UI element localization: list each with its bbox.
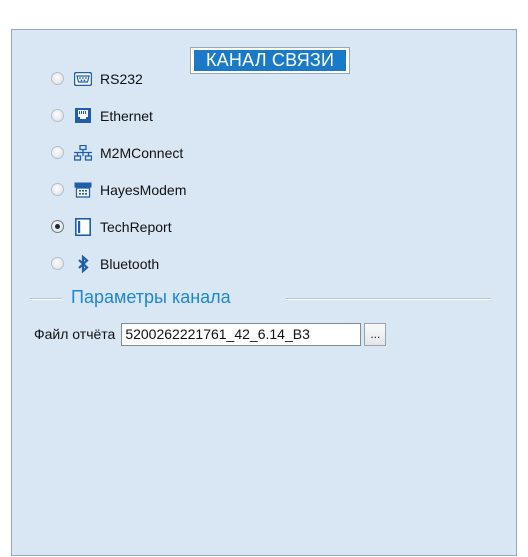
channel-radio-techreport[interactable]	[51, 220, 64, 233]
m2m-network-icon	[74, 144, 92, 162]
channel-option-bluetooth[interactable]: Bluetooth	[51, 245, 186, 282]
params-group-rule-right	[286, 298, 491, 300]
channel-label-bluetooth: Bluetooth	[100, 255, 160, 272]
channel-radio-ethernet[interactable]	[51, 109, 64, 122]
report-file-row: Файл отчёта ...	[34, 322, 387, 346]
ethernet-port-icon	[74, 107, 92, 125]
browse-button[interactable]: ...	[364, 322, 387, 346]
channel-radio-group: RS232 Ethernet M2MConnect HayesModem Tec…	[51, 60, 186, 282]
channel-label-techreport: TechReport	[100, 218, 172, 235]
channel-option-m2mconnect[interactable]: M2MConnect	[51, 134, 186, 171]
channel-option-hayesmodem[interactable]: HayesModem	[51, 171, 186, 208]
channel-radio-m2mconnect[interactable]	[51, 146, 64, 159]
modem-icon	[74, 181, 92, 199]
report-file-label: Файл отчёта	[34, 326, 116, 342]
channel-option-rs232[interactable]: RS232	[51, 60, 186, 97]
params-group-title: Параметры канала	[71, 287, 231, 307]
channel-radio-rs232[interactable]	[51, 72, 64, 85]
channel-radio-hayesmodem[interactable]	[51, 183, 64, 196]
channel-label-ethernet: Ethernet	[100, 107, 153, 124]
bluetooth-icon	[74, 254, 92, 273]
channel-label-rs232: RS232	[100, 70, 143, 87]
channel-option-ethernet[interactable]: Ethernet	[51, 97, 186, 134]
report-file-input[interactable]	[121, 322, 362, 346]
serial-port-icon	[74, 70, 92, 88]
document-icon	[74, 217, 92, 236]
panel-title-frame: КАНАЛ СВЯЗИ	[190, 47, 351, 74]
params-group-rule-left	[30, 298, 62, 300]
channel-label-m2mconnect: M2MConnect	[100, 144, 184, 161]
channel-option-techreport[interactable]: TechReport	[51, 208, 186, 245]
channel-label-hayesmodem: HayesModem	[100, 181, 187, 198]
channel-radio-bluetooth[interactable]	[51, 257, 64, 270]
panel-title: КАНАЛ СВЯЗИ	[194, 50, 347, 71]
